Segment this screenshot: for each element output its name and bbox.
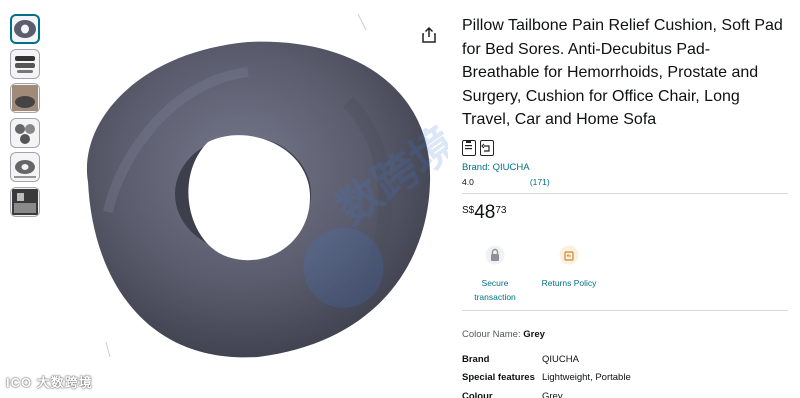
review-count[interactable]: (171)	[530, 177, 550, 187]
cushion-ring-icon	[14, 20, 36, 38]
feature-label: Secure transaction	[474, 277, 516, 302]
feature-label: Returns Policy	[541, 277, 597, 288]
cushion-use-icon	[12, 85, 38, 111]
price-currency: S$	[462, 204, 475, 216]
cushion-size-icon	[14, 160, 36, 178]
thumbnail-3[interactable]	[10, 83, 40, 113]
feature-returns-policy[interactable]: Returns Policy	[536, 245, 602, 304]
spec-key: Brand	[462, 353, 490, 365]
thumbnail-strip	[10, 14, 42, 221]
spec-row: Brand QIUCHA	[462, 350, 631, 369]
cushion-lifestyle-icon	[12, 188, 38, 215]
colour-label: Colour Name:	[462, 329, 521, 340]
spec-table: Brand QIUCHA Special features Lightweigh…	[462, 350, 631, 398]
brand-link[interactable]: Brand: QIUCHA	[462, 162, 788, 173]
divider	[462, 310, 788, 311]
feature-secure-transaction[interactable]: Secure transaction	[462, 245, 528, 304]
thumbnail-1[interactable]	[10, 14, 40, 44]
price-whole: 48	[474, 201, 496, 223]
thumbnail-2[interactable]	[10, 48, 40, 79]
feature-icons: Secure transaction Returns Policy	[462, 245, 788, 304]
cushion-detail-icon	[15, 123, 35, 144]
lock-icon	[485, 245, 505, 264]
rating-row: 4.0 (171)	[462, 177, 788, 187]
spec-value: Lightweight, Portable	[542, 372, 631, 384]
spec-row: Special features Lightweight, Portable	[462, 369, 631, 388]
divider	[462, 192, 788, 194]
price-fraction: 73	[495, 204, 507, 216]
colour-selector: Colour Name: Grey	[462, 329, 545, 340]
product-main-image[interactable]: 数跨境	[48, 12, 448, 372]
price: S$ 48 73	[462, 201, 788, 223]
share-icon[interactable]	[420, 26, 438, 44]
badges	[462, 139, 788, 156]
spec-value: Grey	[542, 390, 563, 398]
colour-value: Grey	[523, 329, 545, 340]
return-box-icon	[559, 245, 579, 264]
spec-row: Colour Grey	[462, 387, 631, 398]
cushion-parts-icon	[15, 55, 35, 73]
return-icon[interactable]	[480, 139, 494, 156]
thumbnail-4[interactable]	[10, 117, 40, 148]
rating-value[interactable]: 4.0	[462, 177, 474, 187]
clipboard-icon[interactable]	[462, 139, 476, 156]
thumbnail-6[interactable]	[10, 186, 40, 217]
product-info: Pillow Tailbone Pain Relief Cushion, Sof…	[462, 14, 788, 304]
thumbnail-5[interactable]	[10, 152, 40, 182]
spec-value: QIUCHA	[542, 353, 579, 365]
product-title: Pillow Tailbone Pain Relief Cushion, Sof…	[462, 17, 783, 128]
spec-key: Special features	[462, 372, 535, 384]
corner-watermark: ICO 大数跨境	[6, 375, 93, 390]
spec-key: Colour	[462, 390, 493, 398]
